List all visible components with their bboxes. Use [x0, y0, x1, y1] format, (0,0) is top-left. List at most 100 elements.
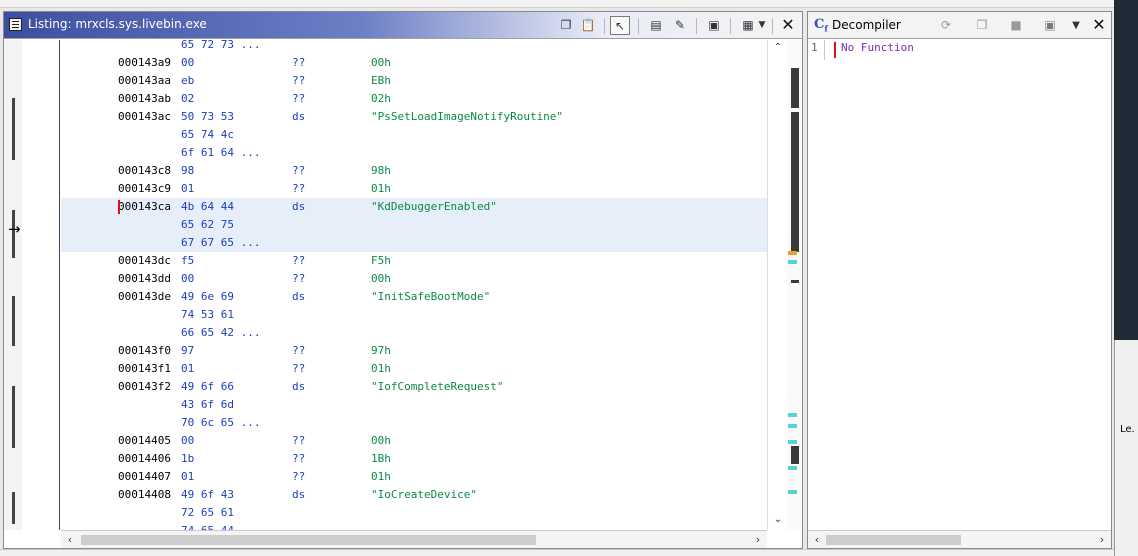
- operand-cell: "PsSetLoadImageNotifyRoutine": [371, 110, 564, 123]
- decompiler-text: No Function: [841, 41, 914, 54]
- scroll-down-icon[interactable]: ⌄: [768, 512, 788, 528]
- listing-row[interactable]: 000143f2 49 6f 66 ds "IofCompleteRequest": [61, 378, 767, 396]
- operand-cell: "IoCreateDevice": [371, 488, 477, 501]
- mnemonic-cell: ds: [292, 110, 306, 123]
- listing-fields-icon[interactable]: ▤: [646, 16, 666, 35]
- address-cell: 00014406: [118, 452, 171, 465]
- operand-cell: 98h: [371, 164, 391, 177]
- toolbar-separator: [638, 18, 639, 34]
- listing-row[interactable]: 000143ab 02?? 02h: [61, 90, 767, 108]
- flow-marker: [12, 386, 15, 448]
- scroll-right-icon[interactable]: ›: [751, 532, 765, 548]
- listing-row[interactable]: 70 6c 65 ...: [61, 414, 767, 432]
- scroll-left-icon[interactable]: ‹: [810, 532, 824, 548]
- bytes-cell: eb: [181, 74, 195, 87]
- listing-row[interactable]: 00014405 00?? 00h: [61, 432, 767, 450]
- listing-row[interactable]: 66 65 42 ...: [61, 324, 767, 342]
- mnemonic-cell: ds: [292, 290, 306, 303]
- listing-window-icon: [9, 18, 22, 31]
- listing-vertical-scrollbar[interactable]: ⌃ ⌄: [767, 40, 787, 530]
- dropdown-icon[interactable]: ▼: [756, 16, 768, 35]
- bytes-cell: 49 6f 43: [181, 488, 234, 501]
- listing-flow-margin: [22, 40, 60, 530]
- listing-content[interactable]: 65 72 73 ... 000143a9 00?? 00h 000143aa eb??…: [61, 40, 767, 530]
- paste-icon[interactable]: 📋: [578, 16, 598, 35]
- mnemonic-cell: ??: [292, 452, 306, 465]
- close-icon[interactable]: ✕: [779, 15, 797, 35]
- scroll-right-icon[interactable]: ›: [1095, 532, 1109, 548]
- listing-row[interactable]: 000143de 49 6e 69 ds "InitSafeBootMode": [61, 288, 767, 306]
- copy-icon[interactable]: ❐: [972, 16, 992, 35]
- display-options-icon[interactable]: ▦: [738, 16, 758, 35]
- listing-row[interactable]: 67 67 65 ...: [61, 234, 767, 252]
- snapshot-icon[interactable]: ▣: [1040, 16, 1060, 35]
- mnemonic-cell: ??: [292, 74, 306, 87]
- listing-row[interactable]: 00014408 49 6f 43 ds "IoCreateDevice": [61, 486, 767, 504]
- listing-row[interactable]: 000143f1 01?? 01h: [61, 360, 767, 378]
- bytes-cell: 01: [181, 182, 195, 195]
- listing-row[interactable]: 000143a9 00?? 00h: [61, 54, 767, 72]
- snapshot-icon[interactable]: ▣: [704, 16, 724, 35]
- diff-icon[interactable]: ✎: [670, 16, 690, 35]
- decompiler-hscroll-thumb[interactable]: [826, 535, 961, 545]
- operand-cell: F5h: [371, 254, 391, 267]
- bytes-cell: 74 53 61: [181, 308, 234, 321]
- listing-title: Listing: mrxcls.sys.livebin.exe: [28, 17, 207, 31]
- refresh-icon[interactable]: ⟳: [936, 16, 956, 35]
- cursor-select-icon[interactable]: ↖: [610, 16, 630, 35]
- bytes-cell: 1b: [181, 452, 195, 465]
- scroll-left-icon[interactable]: ‹: [63, 532, 77, 548]
- overview-block: [791, 112, 799, 252]
- address-cell: 000143c8: [118, 164, 171, 177]
- operand-cell: 00h: [371, 56, 391, 69]
- address-cell: 000143a9: [118, 56, 171, 69]
- bytes-cell: 70 6c 65 ...: [181, 416, 261, 429]
- listing-row[interactable]: 000143ac 50 73 53 ds "PsSetLoadImageNotifyR…: [61, 108, 767, 126]
- listing-row[interactable]: 000143dc f5?? F5h: [61, 252, 767, 270]
- decompiler-horizontal-scrollbar[interactable]: ‹ ›: [808, 530, 1111, 548]
- export-icon[interactable]: ■: [1006, 16, 1026, 35]
- mnemonic-cell: ??: [292, 254, 306, 267]
- bottom-status-strip: [0, 549, 1114, 556]
- listing-marker-margin[interactable]: →: [4, 40, 22, 530]
- close-icon[interactable]: ✕: [1090, 15, 1108, 35]
- overview-block: [791, 68, 799, 108]
- listing-horizontal-scrollbar[interactable]: ‹ ›: [61, 530, 767, 548]
- decompiler-titlebar[interactable]: Cf Decompiler ⟳ ❐ ■ ▣ ▼ ✕: [808, 12, 1111, 39]
- operand-cell: 01h: [371, 470, 391, 483]
- mnemonic-cell: ds: [292, 380, 306, 393]
- listing-row[interactable]: 6f 61 64 ...: [61, 144, 767, 162]
- listing-row[interactable]: 00014406 1b?? 1Bh: [61, 450, 767, 468]
- address-cell: 000143de: [118, 290, 171, 303]
- listing-row[interactable]: 72 65 61: [61, 504, 767, 522]
- listing-window: Listing: mrxcls.sys.livebin.exe ❐ 📋 ↖ ▤ …: [3, 11, 803, 549]
- listing-row[interactable]: 000143dd 00?? 00h: [61, 270, 767, 288]
- listing-row[interactable]: 000143c9 01?? 01h: [61, 180, 767, 198]
- text-cursor: [834, 42, 836, 58]
- mnemonic-cell: ??: [292, 182, 306, 195]
- listing-row[interactable]: 74 65 44 ...: [61, 522, 767, 530]
- decompiler-title: Decompiler: [832, 18, 901, 32]
- menu-icon[interactable]: ▼: [1066, 16, 1086, 35]
- ghidra-desktop: Listing: mrxcls.sys.livebin.exe ❐ 📋 ↖ ▤ …: [0, 0, 1138, 556]
- decompiler-content[interactable]: 1 No Function: [808, 40, 1111, 530]
- mnemonic-cell: ??: [292, 344, 306, 357]
- listing-row[interactable]: 000143f0 97?? 97h: [61, 342, 767, 360]
- listing-row[interactable]: 000143ca 4b 64 44 ds "KdDebuggerEnabled": [61, 198, 767, 216]
- listing-row[interactable]: 00014407 01?? 01h: [61, 468, 767, 486]
- listing-row[interactable]: 74 53 61: [61, 306, 767, 324]
- scroll-up-icon[interactable]: ⌃: [768, 40, 788, 56]
- listing-overview-bar[interactable]: [787, 40, 802, 530]
- listing-row[interactable]: 43 6f 6d: [61, 396, 767, 414]
- listing-titlebar[interactable]: Listing: mrxcls.sys.livebin.exe ❐ 📋 ↖ ▤ …: [4, 12, 802, 39]
- listing-row[interactable]: 000143c8 98?? 98h: [61, 162, 767, 180]
- operand-cell: 00h: [371, 272, 391, 285]
- copy-icon[interactable]: ❐: [556, 16, 576, 35]
- listing-row[interactable]: 65 62 75: [61, 216, 767, 234]
- listing-hscroll-thumb[interactable]: [81, 535, 536, 545]
- listing-partial-row: 65 72 73 ...: [61, 40, 767, 54]
- listing-row[interactable]: 000143aa eb?? EBh: [61, 72, 767, 90]
- current-location-arrow-icon: →: [8, 220, 21, 238]
- listing-row[interactable]: 65 74 4c: [61, 126, 767, 144]
- bytes-cell: 6f 61 64 ...: [181, 146, 261, 159]
